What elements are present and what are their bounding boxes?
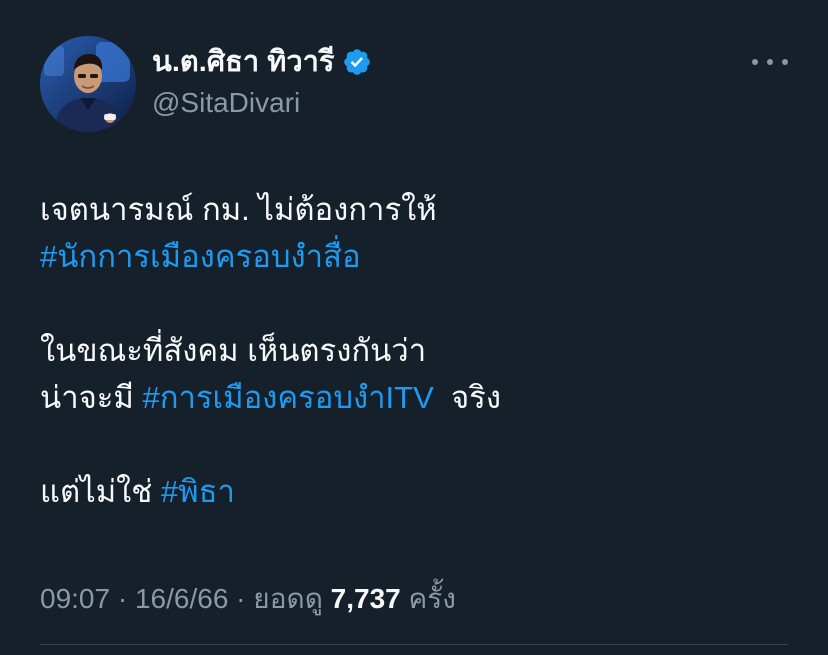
- views-unit: ครั้ง: [400, 583, 456, 614]
- dot: [767, 59, 773, 65]
- divider: [40, 644, 788, 645]
- hashtag-link[interactable]: #นักการเมืองครอบงำสื่อ: [40, 239, 361, 274]
- tweet-text: เจตนารมณ์ กม. ไม่ต้องการให้ #นักการเมือง…: [40, 186, 780, 515]
- tweet-date[interactable]: 16/6/66: [135, 583, 228, 614]
- tweet-card: น.ต.ศิธา ทิวารี @SitaDivari เจตนารมณ์ กม…: [0, 0, 828, 655]
- author-display-name[interactable]: น.ต.ศิธา ทิวารี: [152, 44, 334, 80]
- author-avatar[interactable]: [40, 36, 136, 132]
- more-options-icon[interactable]: [752, 50, 788, 74]
- tweet-text-segment: น่าจะมี: [40, 380, 143, 415]
- tweet-meta: 09:07 · 16/6/66 · ยอดดู 7,737 ครั้ง: [40, 582, 456, 616]
- tweet-line: แต่ไม่ใช่ #พิธา: [40, 468, 780, 515]
- dot: [782, 59, 788, 65]
- verified-badge-icon: [342, 47, 372, 77]
- tweet-line: เจตนารมณ์ กม. ไม่ต้องการให้: [40, 192, 437, 227]
- hashtag-link[interactable]: #การเมืองครอบงำITV: [142, 380, 433, 415]
- views-label: ยอดดู: [253, 583, 331, 614]
- tweet-line: น่าจะมี #การเมืองครอบงำITV จริง: [40, 374, 780, 421]
- hashtag-link[interactable]: #พิธา: [161, 474, 235, 509]
- tweet-time[interactable]: 09:07: [40, 583, 110, 614]
- avatar-image: [40, 36, 136, 132]
- tweet-line: ในขณะที่สังคม เห็นตรงกันว่า: [40, 333, 427, 368]
- tweet-text-segment: แต่ไม่ใช่: [40, 474, 161, 509]
- dot: [752, 59, 758, 65]
- meta-separator: ·: [228, 583, 254, 614]
- tweet-text-segment: จริง: [433, 380, 501, 415]
- author-handle[interactable]: @SitaDivari: [152, 86, 300, 120]
- meta-separator: ·: [110, 583, 135, 614]
- views-count[interactable]: 7,737: [331, 583, 401, 614]
- author-name-row: น.ต.ศิธา ทิวารี: [152, 44, 372, 80]
